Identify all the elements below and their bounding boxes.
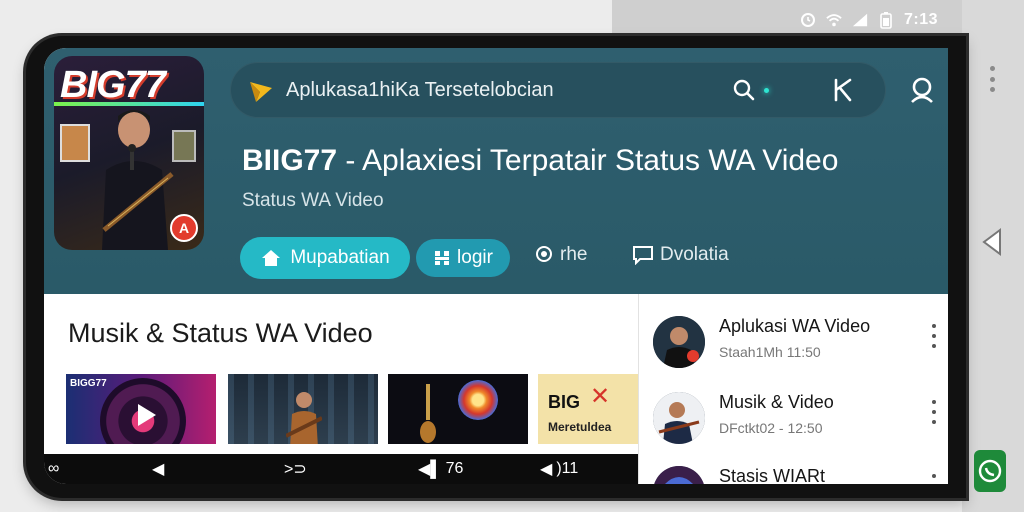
list-item[interactable]: Aplukasi WA Video Staah1Mh 11:50 <box>639 308 948 384</box>
app-subtitle: Status WA Video <box>242 190 384 211</box>
speaker-icon: ◀▌ <box>418 461 442 478</box>
brand-mark-icon: ✕ <box>590 383 611 410</box>
device-frame: BIG77 A Aplukasa1hiKa Tersetelobcian BII… <box>26 36 966 498</box>
side-list: Aplukasi WA Video Staah1Mh 11:50 Musik &… <box>638 294 948 484</box>
alarm-icon <box>800 12 816 28</box>
video-thumbnail-3[interactable] <box>388 374 528 444</box>
app-badge-icon: A <box>170 214 198 242</box>
app-title: BIIG77 - Aplaxiesi Terpatair Status WA V… <box>242 144 838 178</box>
wifi-icon <box>826 12 842 28</box>
list-item-meta: DFctkt02 - 12:50 <box>719 420 823 436</box>
icon-screen-left <box>60 124 90 162</box>
speaker-out-button[interactable]: ◀ )11 <box>540 459 578 479</box>
share-label: rhe <box>560 244 588 265</box>
search-query[interactable]: Aplukasa1hiKa Tersetelobcian <box>286 79 554 102</box>
location-icon <box>536 246 552 262</box>
app-title-bold: BIIG77 <box>242 144 338 177</box>
app-icon[interactable]: BIG77 A <box>54 56 204 250</box>
thumbnail-sub: Meretuldea <box>548 420 612 434</box>
status-bar: 7:13 <box>800 8 938 32</box>
account-icon[interactable] <box>906 74 938 106</box>
icon-screen-right <box>172 130 196 162</box>
comment-icon <box>633 246 653 265</box>
avatar <box>653 316 705 368</box>
indicator-dot <box>764 88 769 93</box>
more-options-icon[interactable] <box>929 324 939 348</box>
play-icon <box>138 404 156 426</box>
primary-action-button[interactable]: Mupabatian <box>240 237 410 279</box>
primary-action-label: Mupabatian <box>290 247 390 268</box>
list-item[interactable]: Musik & Video DFctkt02 - 12:50 <box>639 384 948 460</box>
share-button[interactable]: rhe <box>534 244 587 266</box>
secondary-action-button[interactable]: logir <box>416 239 510 277</box>
video-thumbnail-1[interactable]: BIGG77 <box>66 374 216 444</box>
status-time: 7:13 <box>904 11 939 28</box>
guitar-icon <box>420 384 436 443</box>
app-header: BIG77 A Aplukasa1hiKa Tersetelobcian BII… <box>44 48 948 294</box>
video-thumbnail-4[interactable]: BIG ✕ Meretuldea <box>538 374 638 444</box>
video-thumbnail-2[interactable] <box>228 374 378 444</box>
overflow-menu-icon[interactable] <box>988 66 996 92</box>
whatsapp-icon[interactable] <box>974 450 1006 492</box>
volume-button[interactable]: ◀ <box>152 459 168 479</box>
review-label: Dvolatia <box>660 244 729 265</box>
color-burst <box>458 380 498 420</box>
speaker-out-icon: ◀ <box>540 461 553 478</box>
list-item-meta: Staah1Mh 11:50 <box>719 344 821 360</box>
speaker-button[interactable]: ◀▌ 76 <box>418 459 463 479</box>
list-item-title: Musik & Video <box>719 392 834 412</box>
guitarist-icon <box>286 392 322 444</box>
avatar <box>653 392 705 444</box>
more-options-icon[interactable] <box>929 474 939 484</box>
singer-figure-icon <box>102 110 174 250</box>
thumbnail-label: BIGG77 <box>70 378 107 389</box>
battery-icon <box>878 12 894 29</box>
login-icon <box>435 251 450 265</box>
list-item[interactable]: Stasis WIARt <box>639 458 948 484</box>
more-options-icon[interactable] <box>929 400 939 424</box>
list-item-title: Aplukasi WA Video <box>719 316 871 336</box>
app-logo-icon <box>250 82 272 102</box>
app-screen: BIG77 A Aplukasa1hiKa Tersetelobcian BII… <box>44 48 948 484</box>
avatar <box>653 466 705 484</box>
link-icon: ∞ <box>48 460 60 477</box>
back-arrow-icon[interactable] <box>978 226 1006 258</box>
main-content: Musik & Status WA Video BIGG77 BIG ✕ Mer… <box>44 294 638 454</box>
bottom-item-label: )11 <box>556 460 579 477</box>
list-item-title: Stasis WIARt <box>719 466 826 484</box>
home-icon <box>262 250 281 266</box>
link-button[interactable]: ∞ <box>48 459 63 479</box>
search-icon[interactable] <box>730 76 758 104</box>
volume-icon: ◀ <box>152 461 165 478</box>
app-title-rest: - Aplaxiesi Terpatair Status WA Video <box>337 144 839 177</box>
review-button[interactable]: Dvolatia <box>632 244 729 266</box>
forward-icon: >⊃ <box>284 461 307 478</box>
section-title: Musik & Status WA Video <box>68 318 373 348</box>
kiosk-icon[interactable] <box>830 76 858 104</box>
search-bar[interactable]: Aplukasa1hiKa Tersetelobcian <box>230 62 886 118</box>
forward-button[interactable]: >⊃ <box>284 459 311 479</box>
secondary-action-label: logir <box>457 247 493 268</box>
signal-icon <box>852 12 868 28</box>
bottom-media-bar: ∞ ◀ >⊃ ◀▌ 76 ◀ )11 <box>44 454 638 484</box>
thumbnail-brand: BIG <box>548 392 581 412</box>
bottom-item-label: 76 <box>445 460 464 477</box>
